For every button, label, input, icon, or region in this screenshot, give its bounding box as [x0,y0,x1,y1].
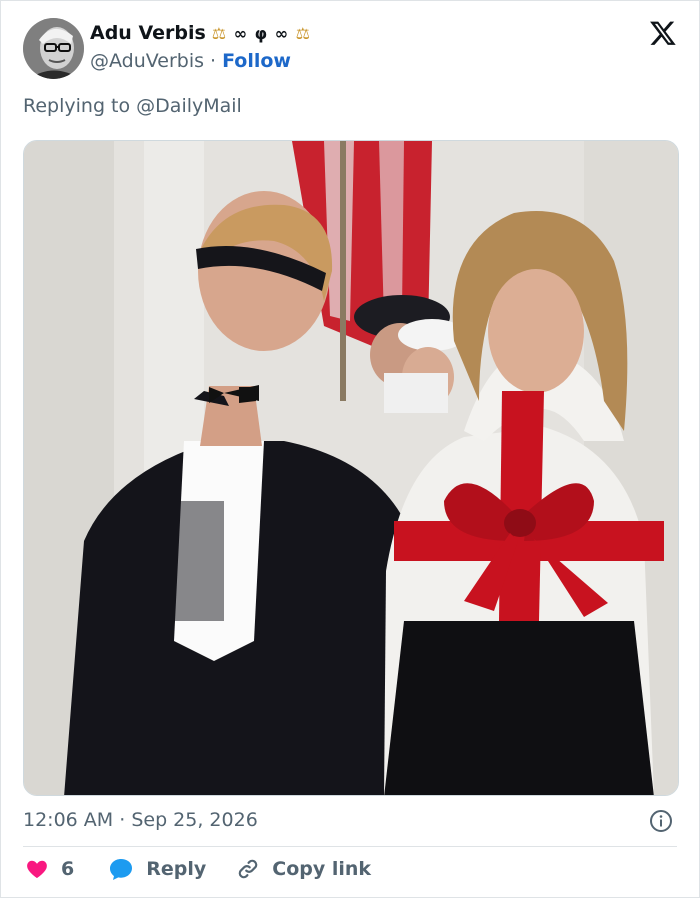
copy-link-button[interactable]: Copy link [236,857,371,881]
tweet-time: 12:06 AM [23,809,114,831]
heart-icon [27,860,47,878]
like-count: 6 [61,858,75,880]
x-logo-icon[interactable] [649,19,677,47]
replying-to-label: Replying to [23,95,131,117]
reply-bubble-icon [110,859,133,880]
divider [23,846,677,847]
author-handle-row: @AduVerbis · Follow [90,50,291,72]
tweet-date: Sep 25, 2026 [131,809,258,831]
author-name-row: Adu Verbis ⚖ ∞ φ ∞ ⚖ [90,22,311,44]
replying-to: Replying to @DailyMail [23,95,242,117]
timestamp-separator: · [119,809,126,831]
reply-label: Reply [146,858,207,880]
tweet-actions: 6 Reply Copy link [25,857,371,881]
author-handle[interactable]: @AduVerbis [90,50,204,72]
scales-icon: ⚖ [295,23,311,43]
author-badge: ⚖ ∞ φ ∞ ⚖ [212,24,311,43]
scales-icon: ⚖ [211,23,228,43]
info-icon[interactable] [649,809,673,833]
tweet-timestamp[interactable]: 12:06 AM · Sep 25, 2026 [23,809,258,831]
handle-separator: · [210,50,217,72]
copy-link-label: Copy link [272,858,372,880]
author-name[interactable]: Adu Verbis [90,22,206,44]
infinity-icon: ∞ [274,23,290,43]
tweet-photo[interactable] [23,140,679,796]
infinity-icon: ∞ [233,23,249,43]
avatar[interactable] [23,18,84,79]
tweet-card: Adu Verbis ⚖ ∞ φ ∞ ⚖ @AduVerbis · Follow… [0,0,700,898]
link-icon [239,859,258,879]
reply-button[interactable]: Reply [108,857,206,881]
like-button[interactable]: 6 [25,857,74,881]
phi-icon: φ [254,23,269,43]
follow-button[interactable]: Follow [222,50,291,72]
reply-mention-link[interactable]: @DailyMail [136,95,242,117]
